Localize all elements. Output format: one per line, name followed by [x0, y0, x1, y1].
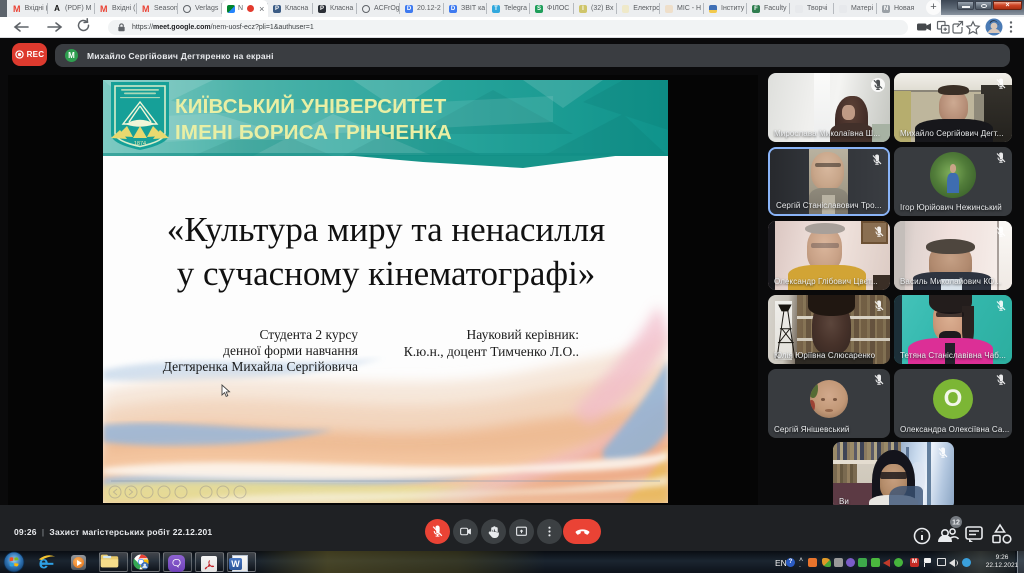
svg-text:12: 12 — [952, 520, 960, 527]
svg-text:e: e — [39, 552, 49, 572]
svg-text:1874: 1874 — [134, 141, 146, 147]
